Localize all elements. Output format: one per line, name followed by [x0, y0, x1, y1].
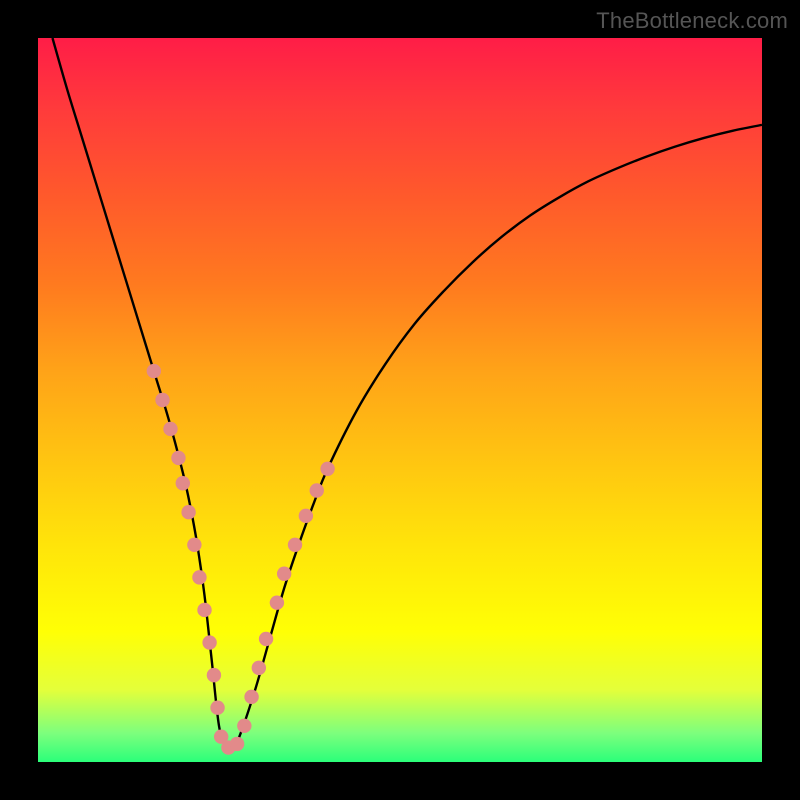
data-marker [310, 483, 324, 497]
plot-area [38, 38, 762, 762]
data-marker [252, 661, 266, 675]
data-marker [277, 567, 291, 581]
marker-group [147, 364, 335, 755]
data-marker [237, 719, 251, 733]
data-marker [230, 737, 244, 751]
data-marker [210, 701, 224, 715]
data-marker [181, 505, 195, 519]
data-marker [197, 603, 211, 617]
data-marker [259, 632, 273, 646]
data-marker [171, 451, 185, 465]
data-marker [299, 509, 313, 523]
data-marker [163, 422, 177, 436]
data-marker [155, 393, 169, 407]
data-marker [147, 364, 161, 378]
data-marker [192, 570, 206, 584]
data-marker [270, 596, 284, 610]
data-marker [320, 462, 334, 476]
data-marker [176, 476, 190, 490]
data-marker [187, 538, 201, 552]
data-marker [207, 668, 221, 682]
data-marker [288, 538, 302, 552]
chart-svg [38, 38, 762, 762]
data-marker [244, 690, 258, 704]
data-marker [202, 635, 216, 649]
chart-frame: TheBottleneck.com [0, 0, 800, 800]
watermark-text: TheBottleneck.com [596, 8, 788, 34]
